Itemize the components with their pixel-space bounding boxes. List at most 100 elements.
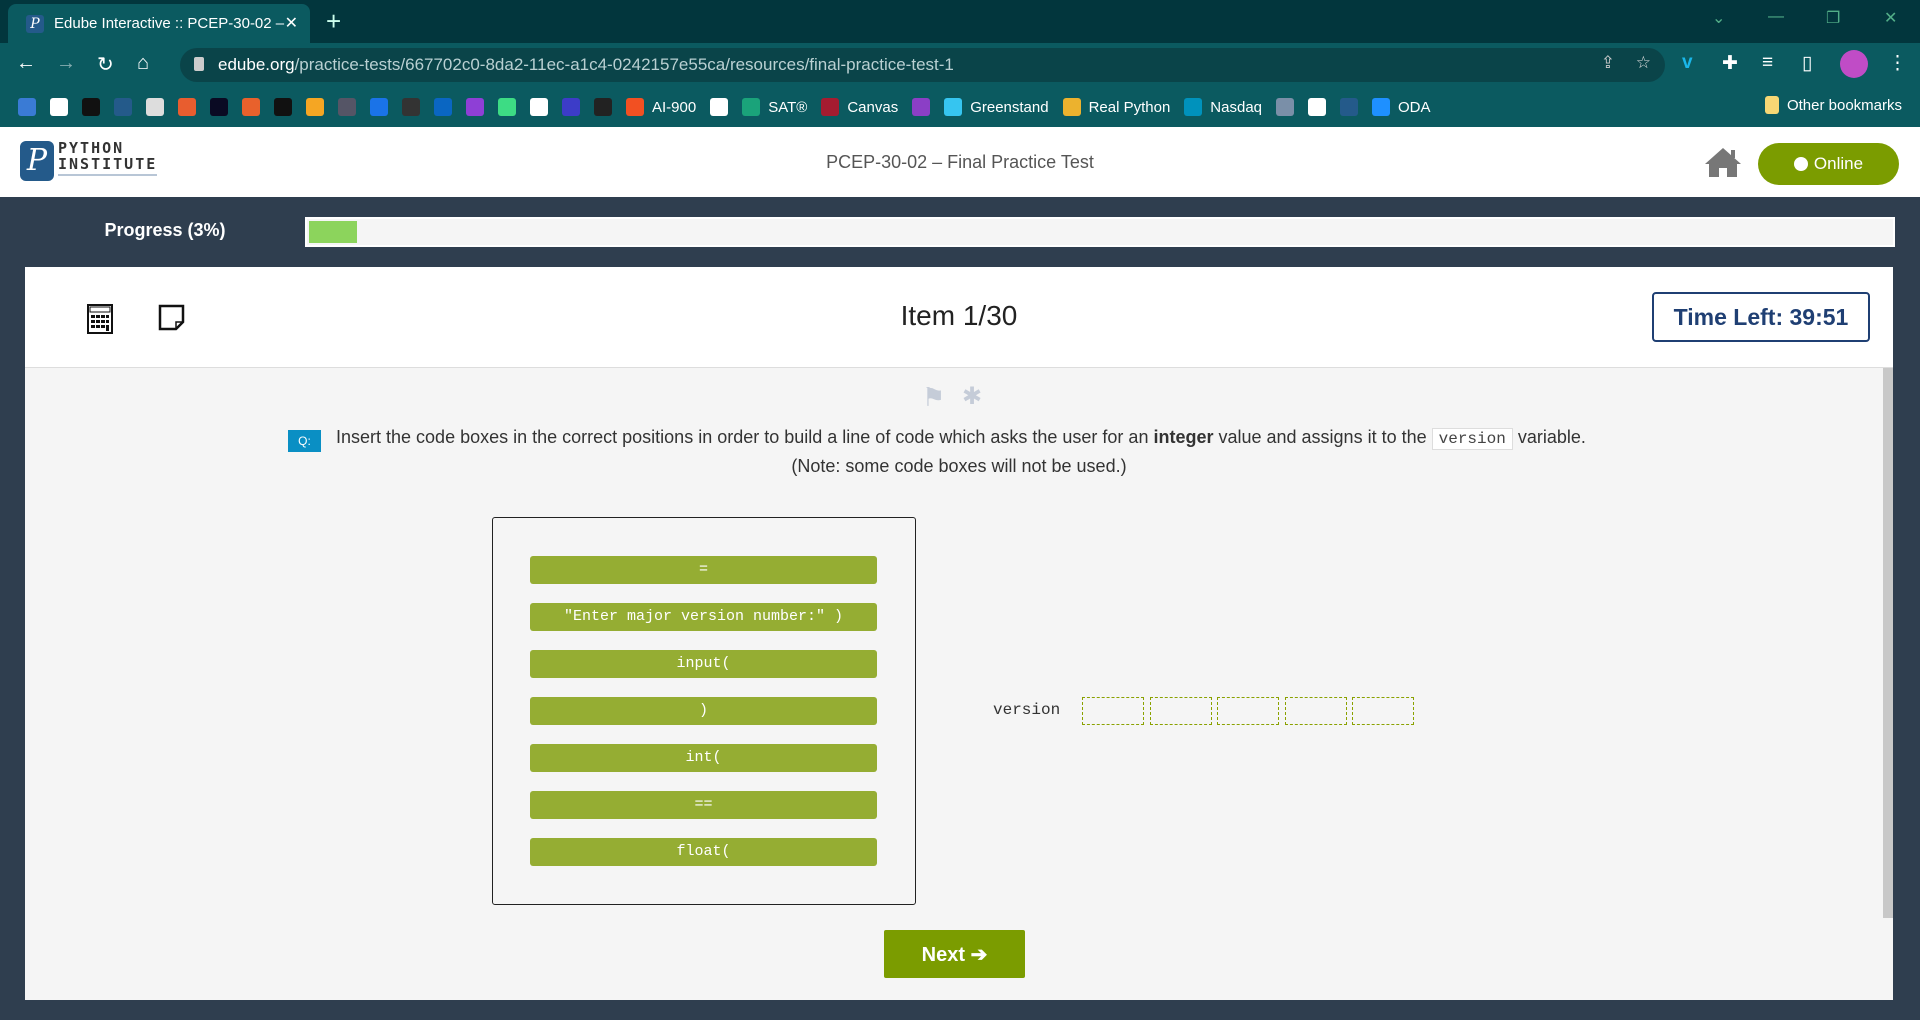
time-left: Time Left: 39:51 <box>1652 292 1870 342</box>
bookmark-item[interactable] <box>562 98 580 116</box>
bookmark-favicon-icon <box>742 98 761 116</box>
menu-icon[interactable]: ⋮ <box>1888 52 1907 75</box>
bookmark-item[interactable] <box>146 98 164 116</box>
bookmark-item[interactable] <box>434 98 452 116</box>
code-box[interactable]: float( <box>530 838 877 866</box>
bookmark-item[interactable] <box>466 98 484 116</box>
next-button[interactable]: Next ➔ <box>884 930 1025 978</box>
bookmark-item[interactable] <box>1276 98 1294 116</box>
home-icon[interactable] <box>1703 145 1743 179</box>
url-path: /practice-tests/667702c0-8da2-11ec-a1c4-… <box>294 55 954 74</box>
bookmark-item[interactable] <box>1308 98 1326 116</box>
bookmark-item[interactable] <box>210 98 228 116</box>
bookmark-favicon-icon <box>1308 98 1326 116</box>
bookmark-item[interactable] <box>82 98 100 116</box>
bookmark-item[interactable] <box>306 98 324 116</box>
bookmark-item[interactable] <box>1340 98 1358 116</box>
tab-search-icon[interactable]: ⌄ <box>1712 8 1725 28</box>
other-bookmarks[interactable]: Other bookmarks <box>1764 96 1902 114</box>
bookmark-label: Canvas <box>847 98 899 116</box>
bookmark-label: SAT® <box>768 98 808 116</box>
bug-report-icon[interactable]: ✱ <box>962 382 982 411</box>
share-icon[interactable]: ⇪ <box>1601 53 1615 73</box>
bookmark-favicon-icon <box>434 98 452 116</box>
new-tab-icon[interactable]: + <box>326 6 341 37</box>
bookmark-item[interactable] <box>242 98 260 116</box>
progress-fill <box>309 221 357 243</box>
home-browser-icon[interactable]: ⌂ <box>137 52 149 75</box>
flag-icon[interactable]: ⚑ <box>922 382 945 413</box>
bookmark-label: Nasdaq <box>1210 98 1262 116</box>
close-tab-icon[interactable]: ✕ <box>285 13 298 33</box>
address-bar[interactable]: edube.org/practice-tests/667702c0-8da2-1… <box>180 48 1665 82</box>
bookmark-item[interactable] <box>710 98 729 116</box>
question-text: Insert the code boxes in the correct pos… <box>336 427 1586 450</box>
bookmark-item[interactable] <box>402 98 420 116</box>
progress-label: Progress (3%) <box>104 220 226 240</box>
bookmark-item[interactable] <box>274 98 292 116</box>
bookmark-star-icon[interactable]: ☆ <box>1636 53 1651 73</box>
bookmark-favicon-icon <box>242 98 260 116</box>
bookmark-item[interactable] <box>18 98 36 116</box>
bookmark-favicon-icon <box>402 98 420 116</box>
bookmark-favicon-icon <box>82 98 100 116</box>
drop-slot[interactable] <box>1149 697 1212 725</box>
code-box[interactable]: = <box>530 556 877 584</box>
online-status-button[interactable]: Online <box>1758 143 1899 185</box>
drop-slot[interactable] <box>1284 697 1347 725</box>
question-card <box>25 267 1893 1000</box>
drop-slot[interactable] <box>1352 697 1414 725</box>
bookmark-item[interactable] <box>498 98 516 116</box>
bookmark-favicon-icon <box>1372 98 1390 116</box>
bookmark-item[interactable]: Canvas <box>821 98 898 116</box>
bookmark-item[interactable] <box>178 98 196 116</box>
restore-icon[interactable]: ❐ <box>1826 8 1840 28</box>
target-variable-label: version <box>993 701 1061 719</box>
code-box[interactable]: "Enter major version number:" ) <box>530 603 877 631</box>
bookmark-item[interactable]: Greenstand <box>944 98 1049 116</box>
minimize-icon[interactable]: — <box>1768 8 1784 26</box>
bookmark-favicon-icon <box>1062 98 1081 116</box>
bookmark-item[interactable]: Real Python <box>1062 98 1170 116</box>
bookmark-item[interactable] <box>114 98 132 116</box>
extensions-icon[interactable]: ✚ <box>1722 52 1738 75</box>
other-bookmarks-label: Other bookmarks <box>1786 96 1902 114</box>
code-box[interactable]: == <box>530 791 877 819</box>
code-box[interactable]: ) <box>530 697 877 725</box>
code-box[interactable]: input( <box>530 650 877 678</box>
forward-icon[interactable]: → <box>56 52 76 75</box>
profile-avatar[interactable] <box>1840 50 1868 78</box>
side-panel-icon[interactable]: ▯ <box>1802 52 1812 75</box>
bookmark-favicon-icon <box>710 98 729 116</box>
drop-slot[interactable] <box>1082 697 1144 725</box>
drop-slot[interactable] <box>1217 697 1279 725</box>
back-icon[interactable]: ← <box>16 52 36 75</box>
bookmark-item[interactable] <box>370 98 388 116</box>
bookmark-item[interactable]: Nasdaq <box>1184 98 1262 116</box>
bookmark-item[interactable] <box>50 98 68 116</box>
bookmark-favicon-icon <box>50 98 68 116</box>
bookmark-item[interactable]: AI-900 <box>626 98 696 116</box>
close-window-icon[interactable]: ✕ <box>1884 8 1897 28</box>
scrollbar[interactable] <box>1883 368 1893 918</box>
bookmark-item[interactable]: SAT® <box>742 98 807 116</box>
bookmark-item[interactable] <box>912 98 931 116</box>
bookmark-item[interactable] <box>530 98 548 116</box>
bookmarks-bar: AI-900 SAT® Canvas Greenstand Real Python Nas… <box>0 87 1920 127</box>
bookmark-item[interactable] <box>594 98 612 116</box>
bookmark-item[interactable]: ODA <box>1372 98 1431 116</box>
bookmark-favicon-icon <box>594 98 612 116</box>
vimeo-extension-icon[interactable]: v <box>1682 52 1693 74</box>
browser-tab[interactable]: P Edube Interactive :: PCEP-30-02 – ✕ <box>8 4 310 43</box>
bookmark-favicon-icon <box>1340 98 1358 116</box>
bookmark-favicon-icon <box>146 98 164 116</box>
lock-icon <box>194 57 204 71</box>
media-control-icon[interactable]: ≡ <box>1762 52 1773 74</box>
bookmark-item[interactable] <box>338 98 356 116</box>
code-box[interactable]: int( <box>530 744 877 772</box>
progress-bar <box>305 217 1895 247</box>
reload-icon[interactable]: ↻ <box>97 52 114 77</box>
bookmark-favicon-icon <box>1184 98 1203 116</box>
bookmark-label: AI-900 <box>652 98 697 116</box>
bookmark-favicon-icon <box>821 98 840 116</box>
